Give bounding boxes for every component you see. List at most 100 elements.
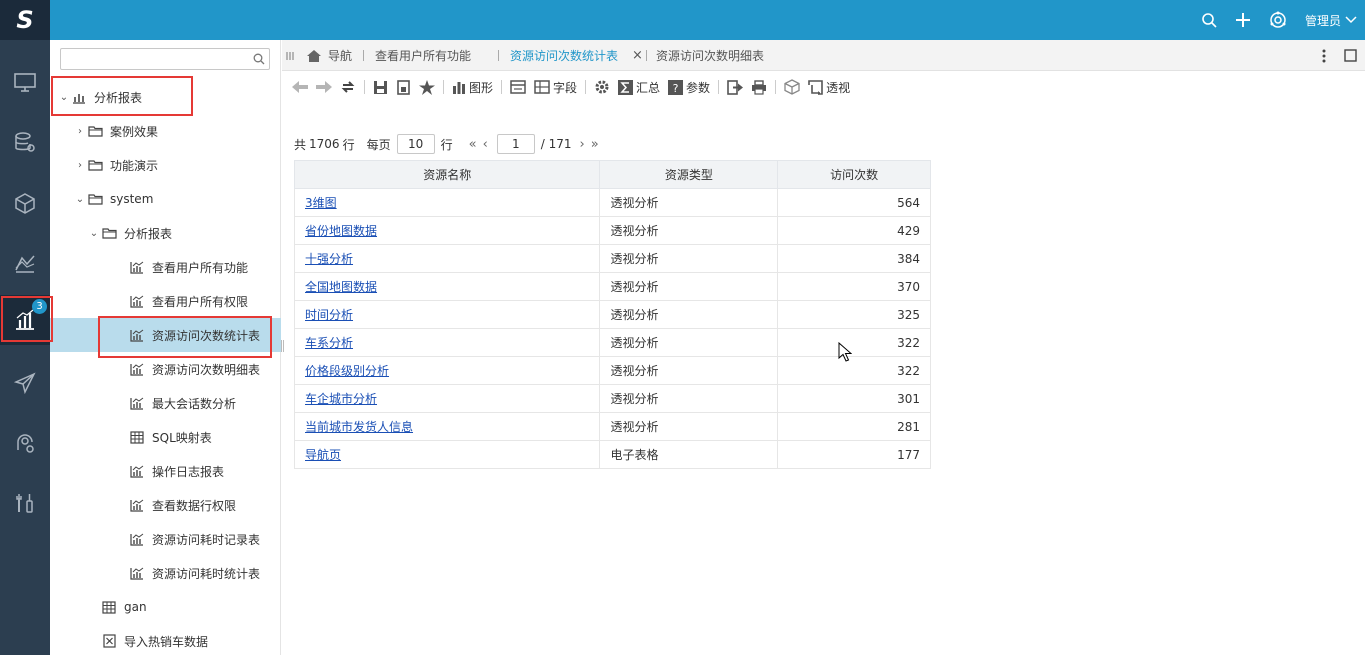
tabs-menu-icon[interactable] <box>286 40 294 71</box>
tree-search-input[interactable] <box>60 48 270 70</box>
search-icon[interactable] <box>1201 12 1217 28</box>
cube-icon[interactable] <box>780 76 804 98</box>
settings-gear-icon[interactable] <box>590 76 614 98</box>
tree-item[interactable]: ⌄ 分析报表 <box>50 216 281 250</box>
more-options-icon[interactable] <box>1322 40 1326 71</box>
param-button[interactable]: ? 参数 <box>664 76 714 98</box>
tree-item[interactable]: 查看用户所有权限 <box>50 284 281 318</box>
tab-home[interactable]: 导航 <box>306 40 352 71</box>
chart-area-icon[interactable] <box>0 238 50 288</box>
top-bar: S 管理员 <box>0 0 1365 40</box>
resource-link[interactable]: 省份地图数据 <box>305 224 377 238</box>
monitor-icon[interactable] <box>0 58 50 108</box>
resource-link[interactable]: 价格段级别分析 <box>305 364 389 378</box>
search-icon[interactable] <box>253 53 265 68</box>
resource-name-cell: 价格段级别分析 <box>293 356 601 385</box>
close-icon[interactable]: × <box>632 48 643 63</box>
per-page-unit: 行 <box>440 137 453 152</box>
tree-item[interactable]: 查看用户所有功能 <box>50 250 281 284</box>
table-row: 全国地图数据 透视分析 370 <box>293 272 931 301</box>
column-header-visit-count[interactable]: 访问次数 <box>777 160 931 189</box>
tree-item[interactable]: SQL映射表 <box>50 420 281 454</box>
toolbar-separator <box>718 80 720 94</box>
tab-label: 资源访问次数统计表 <box>510 49 619 63</box>
report-toolbar: 图形 字段 汇总 ? 参数 透视 <box>282 71 1365 103</box>
page-size-input[interactable]: 10 <box>396 134 435 154</box>
resource-link[interactable]: 全国地图数据 <box>305 280 377 294</box>
tab-bar: 导航 查看用户所有功能 资源访问次数统计表 × 资源访问次数明细表 <box>282 40 1365 71</box>
last-page-icon[interactable]: » <box>591 137 599 152</box>
tree-item-label: 资源访问耗时统计表 <box>152 566 261 581</box>
tab-view-user-functions[interactable]: 查看用户所有功能 <box>375 40 471 71</box>
resource-type-cell: 透视分析 <box>599 328 779 357</box>
save-icon[interactable] <box>369 76 392 98</box>
tab-label: 查看用户所有功能 <box>375 49 472 63</box>
refresh-icon[interactable] <box>336 76 360 98</box>
tab-resource-visit-detail[interactable]: 资源访问次数明细表 <box>656 40 764 71</box>
visit-count-cell: 325 <box>777 300 931 329</box>
layout-icon[interactable] <box>506 76 530 98</box>
folder-icon <box>86 191 104 207</box>
resource-name-cell: 当前城市发货人信息 <box>293 412 601 441</box>
visit-count-cell: 384 <box>777 244 931 273</box>
pivot-label: 透视 <box>826 80 851 95</box>
pivot-button[interactable]: 透视 <box>804 76 854 98</box>
app-logo[interactable]: S <box>0 0 50 40</box>
tab-label: 资源访问次数明细表 <box>656 49 765 63</box>
resource-link[interactable]: 3维图 <box>305 196 337 210</box>
settings-user-icon[interactable] <box>0 418 50 468</box>
tree-item[interactable]: 查看数据行权限 <box>50 488 281 522</box>
theme-icon[interactable] <box>1269 11 1287 29</box>
resource-link[interactable]: 导航页 <box>305 448 341 462</box>
panel-splitter[interactable] <box>281 340 284 352</box>
add-icon[interactable] <box>1235 12 1251 28</box>
folder-icon <box>100 225 118 241</box>
resource-link[interactable]: 十强分析 <box>305 252 353 266</box>
resource-link[interactable]: 时间分析 <box>305 308 353 322</box>
tools-icon[interactable] <box>0 478 50 528</box>
tree-item[interactable]: gan <box>50 590 281 624</box>
cube-icon[interactable] <box>0 178 50 228</box>
chevron-down-icon[interactable]: ⌄ <box>88 228 100 239</box>
param-label: 参数 <box>686 80 711 95</box>
resource-link[interactable]: 当前城市发货人信息 <box>305 420 413 434</box>
favorite-icon[interactable] <box>415 76 439 98</box>
export-icon[interactable] <box>723 76 747 98</box>
chevron-right-icon[interactable]: › <box>74 126 86 137</box>
database-settings-icon[interactable] <box>0 118 50 168</box>
user-menu[interactable]: 管理员 <box>1305 12 1357 29</box>
tree-item[interactable]: 操作日志报表 <box>50 454 281 488</box>
column-header-resource-name[interactable]: 资源名称 <box>293 160 601 189</box>
tree-item[interactable]: 资源访问耗时记录表 <box>50 522 281 556</box>
chevron-down-icon[interactable]: ⌄ <box>74 194 86 205</box>
first-page-icon[interactable]: « <box>469 137 477 152</box>
chevron-right-icon[interactable]: › <box>74 160 86 171</box>
next-page-icon[interactable]: › <box>580 137 585 152</box>
page-number-input[interactable]: 1 <box>496 134 535 154</box>
paper-plane-icon[interactable] <box>0 358 50 408</box>
resource-link[interactable]: 车系分析 <box>305 336 353 350</box>
column-header-resource-type[interactable]: 资源类型 <box>599 160 779 189</box>
line-chart-icon <box>128 361 146 377</box>
graph-button[interactable]: 图形 <box>448 76 497 98</box>
tree-item[interactable]: 最大会话数分析 <box>50 386 281 420</box>
tree-item[interactable]: ⌄ system <box>50 182 281 216</box>
field-button[interactable]: 字段 <box>530 76 581 98</box>
tree-item-label: 操作日志报表 <box>152 464 225 479</box>
tree-item[interactable]: 导入热销车数据 <box>50 624 281 658</box>
resource-type-cell: 电子表格 <box>599 440 779 469</box>
tree-item[interactable]: › 功能演示 <box>50 148 281 182</box>
resource-type-cell: 透视分析 <box>599 300 779 329</box>
tree-item[interactable]: 资源访问耗时统计表 <box>50 556 281 590</box>
resource-link[interactable]: 车企城市分析 <box>305 392 377 406</box>
save-as-icon[interactable] <box>392 76 415 98</box>
toolbar-separator <box>364 80 365 94</box>
prev-page-icon[interactable]: ‹ <box>483 137 488 152</box>
maximize-icon[interactable] <box>1344 40 1357 71</box>
summary-button[interactable]: 汇总 <box>614 76 664 98</box>
forward-arrow-icon[interactable] <box>312 76 336 98</box>
print-icon[interactable] <box>747 76 771 98</box>
tree-item[interactable]: › 案例效果 <box>50 114 281 148</box>
tab-resource-visit-stats[interactable]: 资源访问次数统计表 × <box>510 40 643 71</box>
back-arrow-icon[interactable] <box>288 76 312 98</box>
